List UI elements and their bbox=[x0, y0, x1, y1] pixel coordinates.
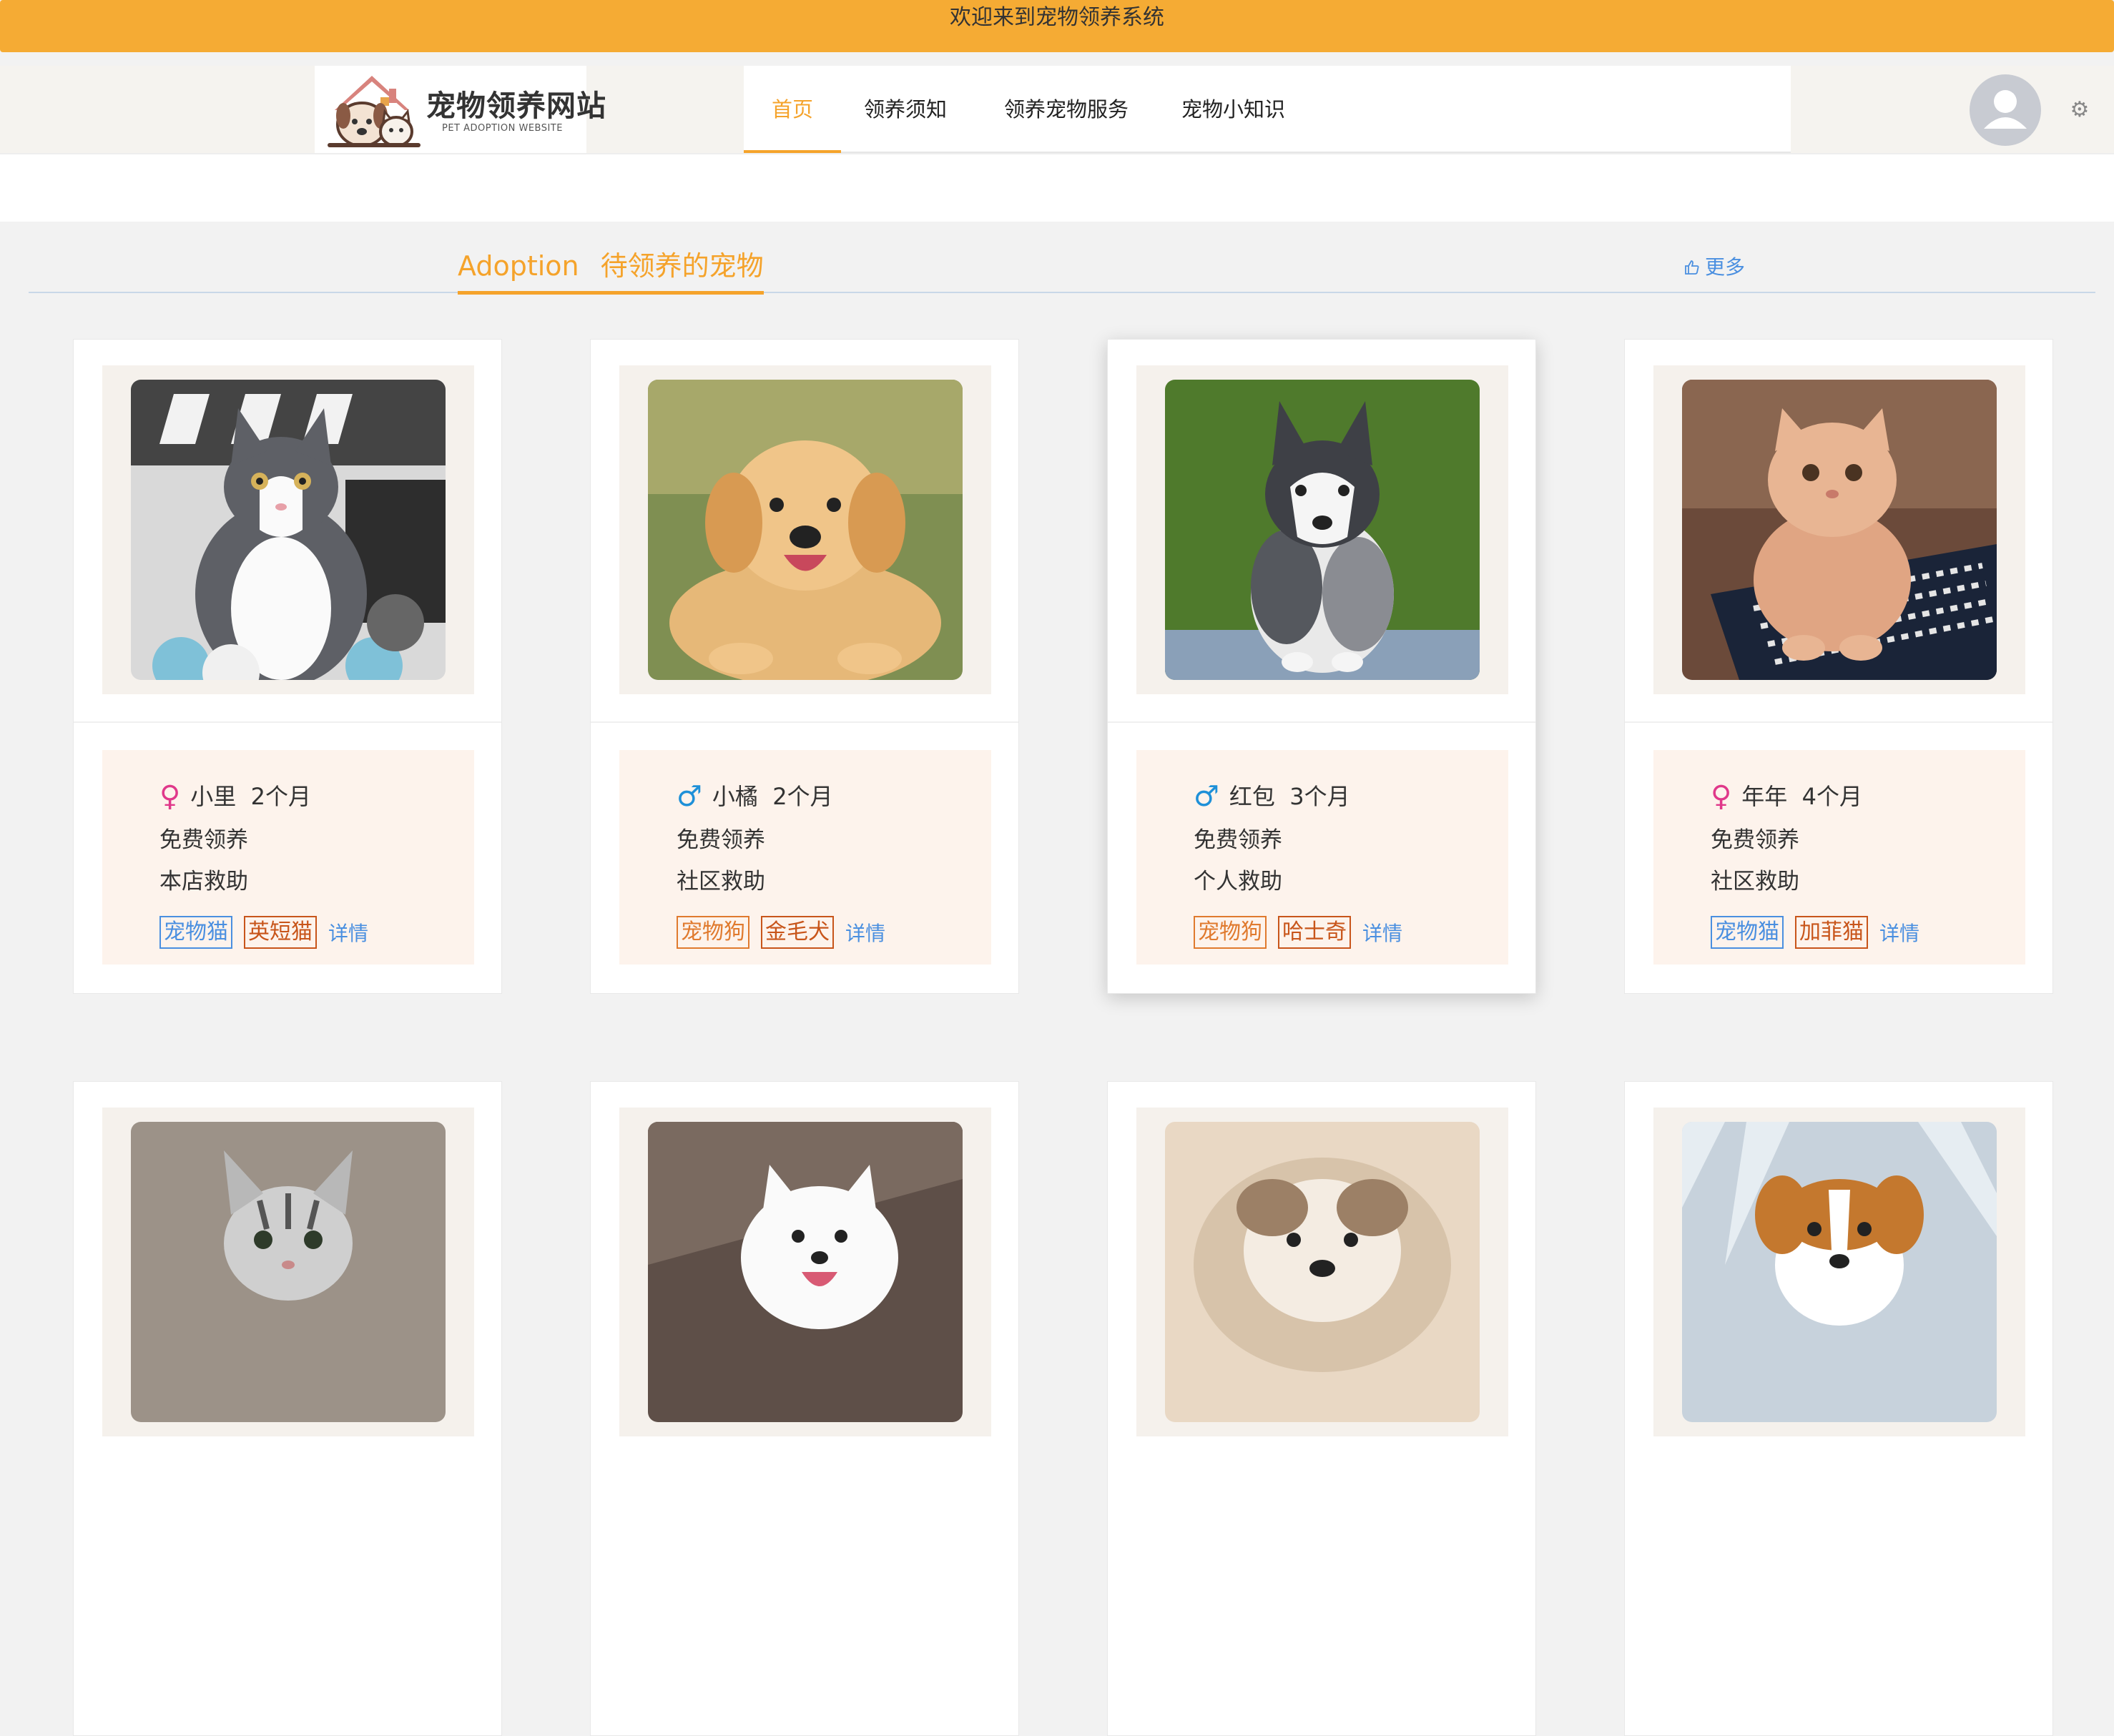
detail-link[interactable]: 详情 bbox=[1879, 918, 1919, 947]
breed-tag[interactable]: 加菲猫 bbox=[1795, 916, 1868, 949]
user-icon bbox=[1984, 90, 2027, 129]
pet-card[interactable] bbox=[590, 1081, 1019, 1736]
cat-photo[interactable] bbox=[131, 380, 446, 680]
pet-source: 个人救助 bbox=[1194, 869, 1282, 894]
female-icon: ♀ bbox=[159, 780, 181, 813]
pet-tags: 宠物猫 加菲猫 详情 bbox=[1711, 916, 1919, 949]
male-icon: ♂ bbox=[677, 780, 702, 813]
pet-logo-icon bbox=[328, 76, 421, 147]
card-divider bbox=[1108, 721, 1535, 723]
pet-name-row: ♂ 红包 3个月 bbox=[1194, 779, 1350, 813]
pet-age: 2个月 bbox=[250, 783, 312, 810]
photo-frame bbox=[102, 1108, 474, 1436]
pet-age: 4个月 bbox=[1801, 783, 1863, 810]
thumb-icon bbox=[1685, 260, 1699, 275]
dog-photo[interactable] bbox=[648, 1122, 963, 1422]
site-header: 宠物领养网站 PET ADOPTION WEBSITE 首页 领养须知 领养宠物… bbox=[0, 66, 2114, 153]
pet-tags: 宠物猫 英短猫 详情 bbox=[159, 916, 368, 949]
breed-tag[interactable]: 金毛犬 bbox=[761, 916, 834, 949]
gear-icon[interactable]: ⚙ bbox=[2068, 99, 2091, 122]
pet-name: 小橘 bbox=[712, 783, 758, 810]
pet-card[interactable]: ♂ 红包 3个月 免费领养 个人救助 宠物狗 哈士奇 详情 bbox=[1107, 339, 1536, 994]
photo-frame bbox=[102, 365, 474, 694]
section-title-cn: 待领养的宠物 bbox=[600, 250, 764, 282]
pet-source: 本店救助 bbox=[159, 869, 248, 894]
pet-age: 3个月 bbox=[1289, 783, 1350, 810]
dog-photo[interactable] bbox=[1165, 380, 1480, 680]
detail-link[interactable]: 详情 bbox=[328, 918, 368, 947]
type-tag[interactable]: 宠物猫 bbox=[1711, 916, 1784, 949]
detail-link[interactable]: 详情 bbox=[1362, 918, 1402, 947]
nav-item-adoption-service[interactable]: 领养宠物服务 bbox=[1004, 66, 1129, 153]
photo-frame bbox=[1136, 1108, 1508, 1436]
pet-fee: 免费领养 bbox=[1711, 827, 1799, 853]
pet-info: ♀ 小里 2个月 免费领养 本店救助 宠物猫 英短猫 详情 bbox=[102, 750, 474, 965]
dog-photo[interactable] bbox=[648, 380, 963, 680]
breed-tag[interactable]: 哈士奇 bbox=[1278, 916, 1351, 949]
photo-frame bbox=[619, 365, 991, 694]
logo-title: 宠物领养网站 bbox=[426, 89, 606, 123]
more-link[interactable]: 更多 bbox=[1683, 253, 1745, 282]
pet-tags: 宠物狗 哈士奇 详情 bbox=[1194, 916, 1402, 949]
nav-item-adoption-notice[interactable]: 领养须知 bbox=[864, 66, 947, 153]
female-icon: ♀ bbox=[1711, 780, 1732, 813]
cat-photo[interactable] bbox=[131, 1122, 446, 1422]
pet-card[interactable] bbox=[73, 1081, 502, 1736]
pet-name: 红包 bbox=[1229, 783, 1275, 810]
pet-card[interactable]: ♀ 年年 4个月 免费领养 社区救助 宠物猫 加菲猫 详情 bbox=[1624, 339, 2053, 994]
more-label: 更多 bbox=[1705, 255, 1746, 279]
photo-frame bbox=[1653, 1108, 2025, 1436]
nav-item-pet-tips[interactable]: 宠物小知识 bbox=[1181, 66, 1285, 153]
detail-link[interactable]: 详情 bbox=[845, 918, 885, 947]
pet-info: ♂ 红包 3个月 免费领养 个人救助 宠物狗 哈士奇 详情 bbox=[1136, 750, 1508, 965]
pet-source: 社区救助 bbox=[677, 869, 765, 894]
card-divider bbox=[74, 721, 501, 723]
pet-info: ♀ 年年 4个月 免费领养 社区救助 宠物猫 加菲猫 详情 bbox=[1653, 750, 2025, 965]
welcome-banner: 欢迎来到宠物领养系统 bbox=[0, 0, 2114, 52]
pet-tags: 宠物狗 金毛犬 详情 bbox=[677, 916, 885, 949]
pet-card[interactable]: ♂ 小橘 2个月 免费领养 社区救助 宠物狗 金毛犬 详情 bbox=[590, 339, 1019, 994]
male-icon: ♂ bbox=[1194, 780, 1219, 813]
pet-fee: 免费领养 bbox=[677, 827, 765, 853]
pet-fee: 免费领养 bbox=[159, 827, 248, 853]
section-divider bbox=[29, 292, 2095, 293]
section-title-en: Adoption bbox=[458, 250, 579, 282]
type-tag[interactable]: 宠物狗 bbox=[677, 916, 749, 949]
pet-name-row: ♀ 小里 2个月 bbox=[159, 779, 311, 813]
dog-photo[interactable] bbox=[1682, 1122, 1997, 1422]
pet-name: 小里 bbox=[190, 783, 237, 810]
sub-header-strip bbox=[0, 153, 2114, 222]
photo-frame bbox=[1136, 365, 1508, 694]
pet-name-row: ♀ 年年 4个月 bbox=[1711, 779, 1862, 813]
pet-name-row: ♂ 小橘 2个月 bbox=[677, 779, 833, 813]
card-divider bbox=[1625, 721, 2052, 723]
pet-card[interactable] bbox=[1107, 1081, 1536, 1736]
pet-card[interactable] bbox=[1624, 1081, 2053, 1736]
pet-age: 2个月 bbox=[772, 783, 833, 810]
pet-info: ♂ 小橘 2个月 免费领养 社区救助 宠物狗 金毛犬 详情 bbox=[619, 750, 991, 965]
dog-photo[interactable] bbox=[1165, 1122, 1480, 1422]
nav-item-home[interactable]: 首页 bbox=[744, 66, 841, 153]
breed-tag[interactable]: 英短猫 bbox=[244, 916, 317, 949]
photo-frame bbox=[1653, 365, 2025, 694]
logo-subtitle: PET ADOPTION WEBSITE bbox=[442, 123, 563, 134]
pet-source: 社区救助 bbox=[1711, 869, 1799, 894]
card-divider bbox=[591, 721, 1018, 723]
user-avatar[interactable] bbox=[1970, 74, 2041, 146]
main-nav: 首页 领养须知 领养宠物服务 宠物小知识 bbox=[744, 66, 1791, 153]
pet-name: 年年 bbox=[1741, 783, 1788, 810]
photo-frame bbox=[619, 1108, 991, 1436]
type-tag[interactable]: 宠物狗 bbox=[1194, 916, 1267, 949]
section-title: Adoption 待领养的宠物 bbox=[458, 245, 764, 295]
site-logo[interactable]: 宠物领养网站 PET ADOPTION WEBSITE bbox=[315, 66, 606, 153]
pet-fee: 免费领养 bbox=[1194, 827, 1282, 853]
type-tag[interactable]: 宠物猫 bbox=[159, 916, 232, 949]
pet-card[interactable]: ♀ 小里 2个月 免费领养 本店救助 宠物猫 英短猫 详情 bbox=[73, 339, 502, 994]
cat-photo[interactable] bbox=[1682, 380, 1997, 680]
